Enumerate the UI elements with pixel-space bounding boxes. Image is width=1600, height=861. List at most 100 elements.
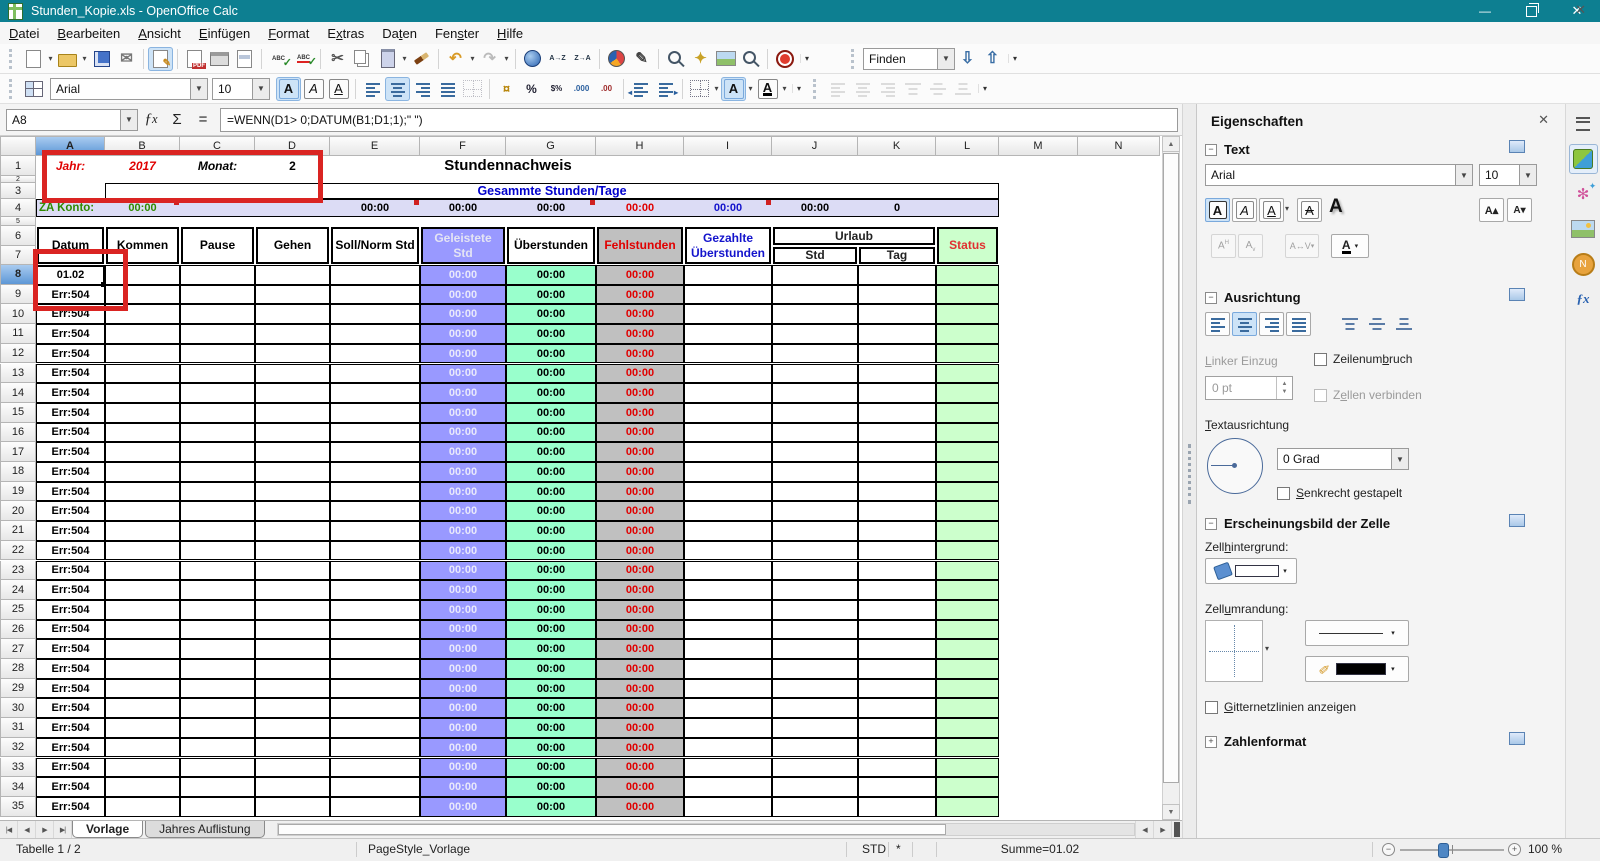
- increase-font-button[interactable]: A▴: [1479, 198, 1504, 222]
- cell-C15[interactable]: [180, 402, 255, 423]
- cell-J22[interactable]: [772, 540, 858, 561]
- cell-D22[interactable]: [255, 540, 330, 561]
- checkbox-icon[interactable]: [1314, 352, 1327, 366]
- zoom-out-icon[interactable]: −: [1382, 843, 1395, 856]
- scroll-up-icon[interactable]: ▲: [1162, 136, 1180, 152]
- cell-H11[interactable]: 00:00: [596, 324, 684, 344]
- cell-I29[interactable]: [684, 678, 772, 699]
- cell-C18[interactable]: [180, 462, 255, 482]
- zoom-in-icon[interactable]: +: [1508, 843, 1521, 856]
- cell-G34[interactable]: 00:00: [506, 777, 596, 797]
- cell-L22[interactable]: [936, 540, 999, 561]
- cell-G20[interactable]: 00:00: [506, 501, 596, 522]
- cell-J35[interactable]: [772, 796, 858, 817]
- cell-C28[interactable]: [180, 659, 255, 679]
- cell-D32[interactable]: [255, 737, 330, 758]
- cell-E29[interactable]: [330, 678, 420, 699]
- format-paintbrush-icon[interactable]: [409, 47, 434, 71]
- sheet-tab-jahres-auflistung[interactable]: Jahres Auflistung: [145, 821, 265, 838]
- cell-E10[interactable]: [330, 304, 420, 325]
- cell-H19[interactable]: 00:00: [596, 481, 684, 502]
- bold-icon[interactable]: A: [276, 76, 301, 101]
- dropdown-arrow-icon[interactable]: ▾: [712, 84, 721, 93]
- cell-B32[interactable]: [105, 737, 180, 758]
- column-header-B[interactable]: B: [105, 136, 180, 156]
- cell-L18[interactable]: [936, 462, 999, 482]
- spreadsheet-grid[interactable]: A B C D E F G H I J K L M N 1 2 3 4 5 6 7 8 9 10 11 12 13 14 15 16 17 1…: [0, 136, 1182, 820]
- cell-I18[interactable]: [684, 462, 772, 482]
- cell-B23[interactable]: [105, 560, 180, 581]
- cell-I33[interactable]: [684, 757, 772, 778]
- cell-B27[interactable]: [105, 639, 180, 659]
- zoom-icon[interactable]: [738, 47, 763, 71]
- cell-K16[interactable]: [858, 422, 936, 443]
- cell-C24[interactable]: [180, 580, 255, 600]
- cell-H8[interactable]: 00:00: [596, 265, 684, 285]
- spellcheck-icon[interactable]: ABC ✓: [266, 47, 292, 71]
- page-style[interactable]: PageStyle_Vorlage: [368, 842, 470, 856]
- cell-H26[interactable]: 00:00: [596, 619, 684, 640]
- menu-format[interactable]: Format: [259, 24, 318, 43]
- cell-B35[interactable]: [105, 796, 180, 817]
- table-header-G[interactable]: Überstunden: [507, 227, 595, 264]
- cell-C19[interactable]: [180, 481, 255, 502]
- cell-K30[interactable]: [858, 698, 936, 719]
- sidebar-align-justify-button[interactable]: [1286, 312, 1311, 336]
- horizontal-scroll-thumb[interactable]: [277, 824, 946, 835]
- cell-C9[interactable]: [180, 284, 255, 305]
- cell-C1[interactable]: Monat:: [180, 156, 255, 176]
- cell-E30[interactable]: [330, 698, 420, 719]
- cell-A24[interactable]: Err:504: [36, 580, 105, 600]
- cell-L20[interactable]: [936, 501, 999, 522]
- cell-K28[interactable]: [858, 659, 936, 679]
- cell-D28[interactable]: [255, 659, 330, 679]
- cell-D21[interactable]: [255, 521, 330, 541]
- table-header-E[interactable]: Soll/Norm Std: [331, 227, 419, 264]
- cell-C29[interactable]: [180, 678, 255, 699]
- cell-I14[interactable]: [684, 383, 772, 403]
- cell-B10[interactable]: [105, 304, 180, 325]
- help-icon[interactable]: [772, 47, 797, 71]
- cell-E20[interactable]: [330, 501, 420, 522]
- cell-J12[interactable]: [772, 343, 858, 364]
- cell-C25[interactable]: [180, 599, 255, 620]
- function-wizard-icon[interactable]: ƒx: [138, 111, 164, 128]
- cell-G22[interactable]: 00:00: [506, 540, 596, 561]
- cell-F20[interactable]: 00:00: [420, 501, 506, 522]
- cell-F10[interactable]: 00:00: [420, 304, 506, 325]
- cell-G29[interactable]: 00:00: [506, 678, 596, 699]
- cell-J14[interactable]: [772, 383, 858, 403]
- cell-D34[interactable]: [255, 777, 330, 797]
- toolbar-grip[interactable]: [9, 78, 16, 99]
- zoom-level[interactable]: 100 %: [1528, 842, 1562, 856]
- cell-E25[interactable]: [330, 599, 420, 620]
- scroll-down-icon[interactable]: ▼: [1162, 804, 1180, 820]
- cell-G14[interactable]: 00:00: [506, 383, 596, 403]
- cell-H14[interactable]: 00:00: [596, 383, 684, 403]
- cell-B15[interactable]: [105, 402, 180, 423]
- cell-A32[interactable]: Err:504: [36, 737, 105, 758]
- cell-D26[interactable]: [255, 619, 330, 640]
- delete-decimal-icon[interactable]: .00: [594, 77, 619, 101]
- cell-F29[interactable]: 00:00: [420, 678, 506, 699]
- cell-K11[interactable]: [858, 324, 936, 344]
- cell-H9[interactable]: 00:00: [596, 284, 684, 305]
- cell-I30[interactable]: [684, 698, 772, 719]
- sidebar-splitter[interactable]: [1182, 104, 1197, 838]
- row-header-1[interactable]: 1: [0, 156, 36, 176]
- find-next-icon[interactable]: ⇩: [955, 47, 980, 71]
- cell-J34[interactable]: [772, 777, 858, 797]
- cell-D31[interactable]: [255, 718, 330, 738]
- undo-icon[interactable]: ↶: [443, 47, 468, 71]
- cell-L16[interactable]: [936, 422, 999, 443]
- cell-C33[interactable]: [180, 757, 255, 778]
- sidebar-align-right-button[interactable]: [1259, 312, 1284, 336]
- column-header-K[interactable]: K: [858, 136, 936, 156]
- cell-G18[interactable]: 00:00: [506, 462, 596, 482]
- merge-cells-icon[interactable]: [460, 77, 485, 101]
- cell-A23[interactable]: Err:504: [36, 560, 105, 581]
- underline-icon[interactable]: A: [326, 77, 351, 101]
- cell-D12[interactable]: [255, 343, 330, 364]
- cell-I31[interactable]: [684, 718, 772, 738]
- cell-K10[interactable]: [858, 304, 936, 325]
